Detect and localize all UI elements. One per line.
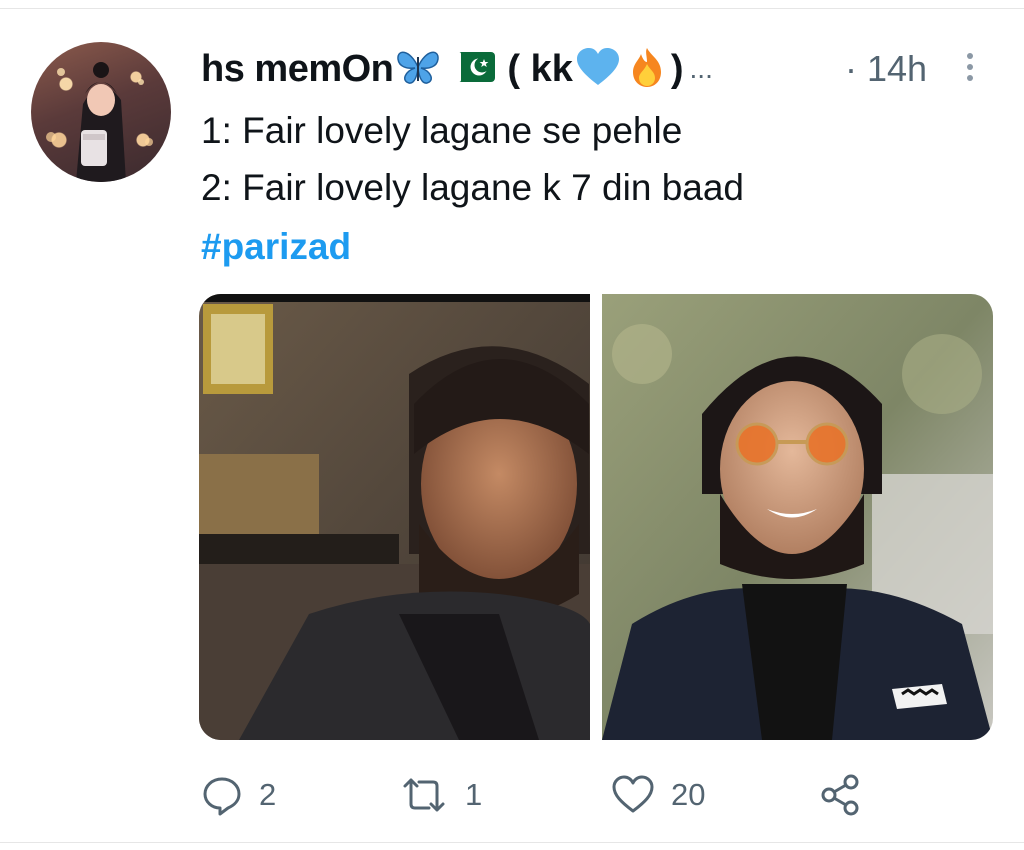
like-button[interactable]: 20 xyxy=(611,770,705,820)
tweet-media[interactable] xyxy=(199,294,993,740)
hashtag-link[interactable]: #parizad xyxy=(201,226,351,268)
name-suffix-close: ) xyxy=(670,47,684,90)
retweet-button[interactable]: 1 xyxy=(399,770,482,820)
pakistan-flag-emoji xyxy=(451,49,496,90)
tweet-action-bar: 2 1 20 xyxy=(199,770,879,820)
fire-emoji xyxy=(627,46,667,93)
tweet-header: hs memOn ( kk ) ... xyxy=(201,44,713,94)
reply-icon xyxy=(203,777,241,816)
blue-heart-emoji xyxy=(575,47,621,92)
timestamp[interactable]: · 14h xyxy=(845,48,927,90)
retweet-count: 1 xyxy=(465,777,483,812)
tweet-text-line-1: 1: Fair lovely lagane se pehle xyxy=(201,110,683,151)
name-suffix-open: ( kk xyxy=(507,47,573,90)
more-options-icon[interactable] xyxy=(964,50,976,86)
bottom-divider xyxy=(0,842,1024,843)
media-photo-right[interactable] xyxy=(602,294,993,740)
avatar[interactable] xyxy=(31,42,171,182)
top-divider xyxy=(0,8,1024,9)
retweet-icon xyxy=(403,778,445,812)
reply-button[interactable]: 2 xyxy=(201,770,276,820)
share-icon xyxy=(821,774,859,816)
like-icon xyxy=(612,775,654,813)
media-photo-left[interactable] xyxy=(199,294,590,740)
display-name[interactable]: hs memOn xyxy=(201,48,394,91)
share-button[interactable] xyxy=(819,770,863,820)
butterfly-emoji xyxy=(395,47,441,92)
name-ellipsis: ... xyxy=(689,53,713,84)
tweet-text-line-2: 2: Fair lovely lagane k 7 din baad xyxy=(201,167,745,208)
like-count: 20 xyxy=(671,777,706,812)
reply-count: 2 xyxy=(259,777,277,812)
